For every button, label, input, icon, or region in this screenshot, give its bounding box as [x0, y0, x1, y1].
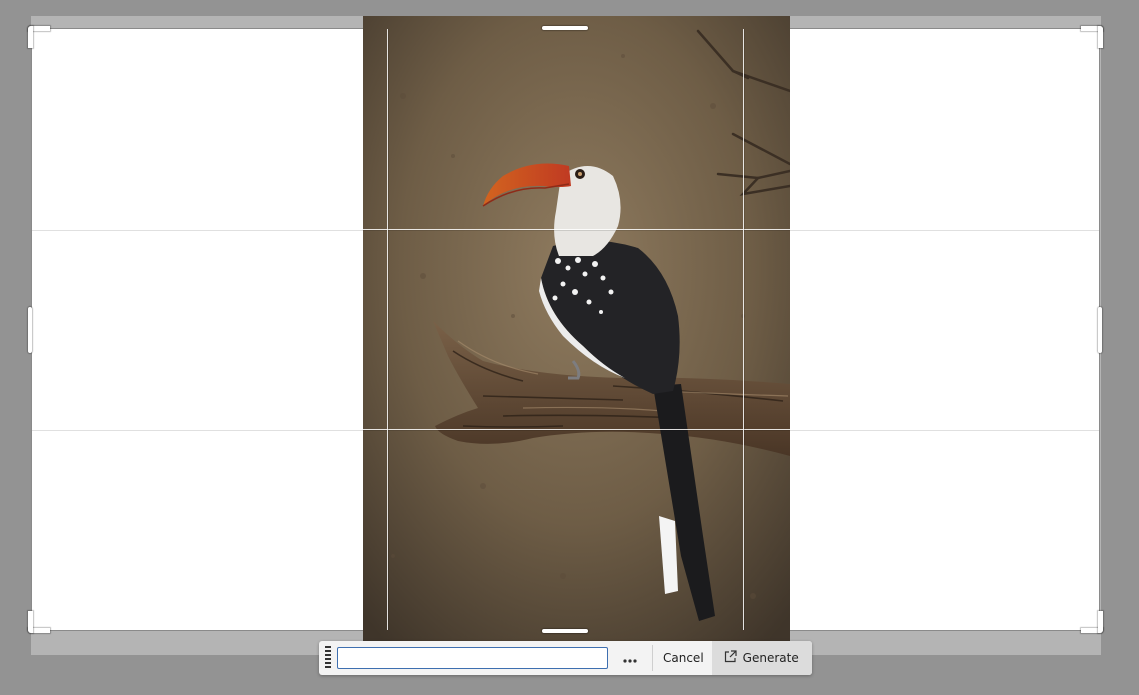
cancel-button[interactable]: Cancel [655, 641, 712, 675]
ellipsis-icon [623, 651, 637, 666]
generate-label: Generate [742, 651, 799, 665]
drag-handle[interactable] [321, 645, 335, 671]
crop-handle-left[interactable] [28, 307, 32, 353]
crop-handle-bottom-right[interactable] [1081, 611, 1103, 633]
prompt-input[interactable] [337, 647, 608, 669]
generate-button[interactable]: Generate [711, 641, 812, 675]
grid-line-vertical-2 [743, 29, 744, 630]
toolbar-separator [652, 645, 653, 671]
crop-handle-right[interactable] [1098, 307, 1102, 353]
crop-handle-top[interactable] [542, 26, 588, 30]
contextual-taskbar: Cancel Generate [319, 641, 812, 675]
grid-line-horizontal-2 [32, 429, 1099, 430]
grid-line-horizontal-1 [32, 229, 1099, 230]
crop-handle-top-right[interactable] [1081, 26, 1103, 48]
more-options-button[interactable] [610, 645, 650, 671]
crop-handle-bottom-left[interactable] [28, 611, 50, 633]
external-link-icon [724, 650, 737, 666]
grid-line-vertical-1 [387, 29, 388, 630]
bird-photo [363, 16, 790, 641]
crop-handle-top-left[interactable] [28, 26, 50, 48]
crop-handle-bottom[interactable] [542, 629, 588, 633]
